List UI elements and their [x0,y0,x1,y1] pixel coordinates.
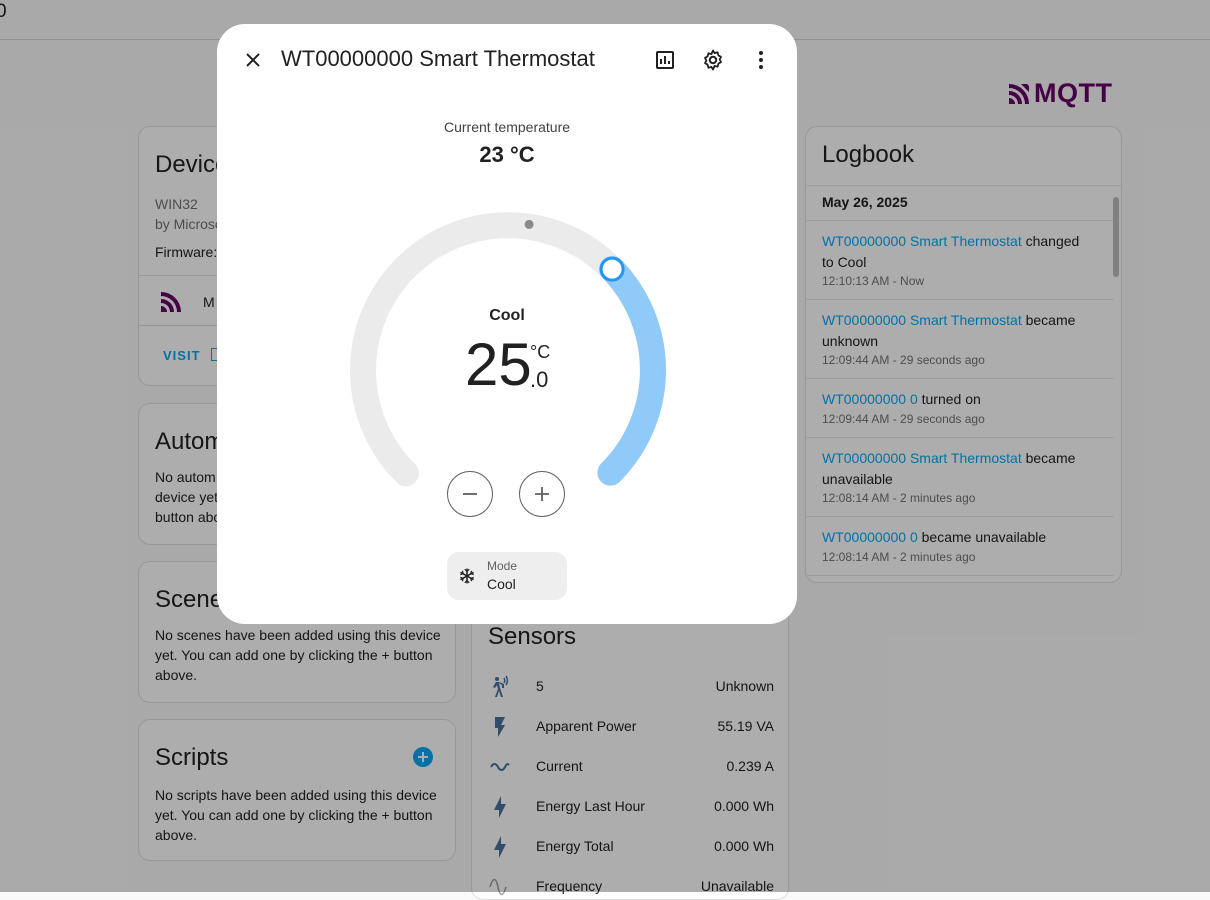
current-temperature-marker [524,219,534,229]
thermostat-dialog: WT00000000 Smart Thermostat Current temp… [217,24,797,624]
mode-chip-value: Cool [487,576,516,592]
target-temperature-unit: °C [530,342,551,362]
dial-cool-fill [597,256,666,486]
hvac-mode-selector[interactable]: Mode Cool [447,552,567,600]
dial-handle [599,256,625,282]
target-temperature-integer: 25 [465,331,532,398]
target-temperature-decimal: .0 [530,367,549,392]
increase-temperature-button[interactable] [519,471,565,517]
minus-icon [463,493,477,495]
decrease-temperature-button[interactable] [447,471,493,517]
mode-state-label: Cool [489,307,525,324]
mode-chip-label: Mode [487,559,518,573]
snowflake-icon [460,568,474,584]
plus-icon [535,487,549,501]
